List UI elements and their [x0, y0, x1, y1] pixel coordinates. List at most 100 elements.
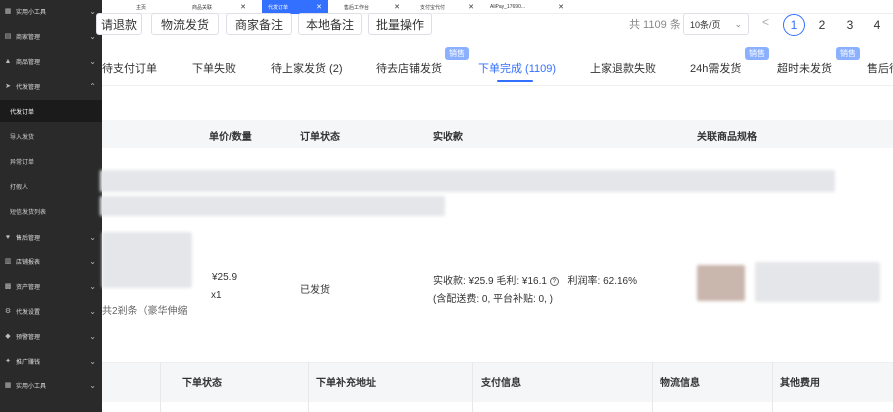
tab-dropship-orders[interactable]: 代发订单 ✕: [262, 0, 328, 14]
sidebar-item-tools-bottom[interactable]: ▦ 实用小工具 ⌄: [0, 374, 102, 396]
sidebar-item-promo[interactable]: ✦ 推广赚钱 ⌄: [0, 350, 102, 372]
close-icon[interactable]: ✕: [558, 3, 564, 11]
col-extra-address: 下单补充地址: [316, 378, 376, 389]
button-label: 请退款: [100, 17, 137, 32]
col-price-qty: 单价/数量: [209, 132, 252, 143]
close-icon[interactable]: ✕: [468, 3, 474, 11]
button-label: 批量操作: [375, 17, 424, 32]
chevron-down-icon: ⌄: [89, 6, 96, 16]
sidebar-item-label: 资产管理: [16, 284, 41, 291]
redacted-product-info: [102, 232, 192, 288]
close-icon[interactable]: ✕: [240, 3, 246, 11]
sales-badge: 销售: [445, 47, 469, 60]
app-root: ▦ 实用小工具 ⌄ ▤ 商家管理 ⌄ ▲ 商品管理 ⌄ ➤ 代发管理 ⌃ 代发订…: [0, 0, 893, 412]
page-4-button[interactable]: 4: [866, 14, 888, 36]
unit-price: ¥25.9: [212, 272, 238, 283]
sidebar-sub-fraud[interactable]: 打假人: [0, 175, 102, 197]
col-payment-info: 支付信息: [481, 378, 521, 389]
chevron-down-icon: ⌄: [89, 331, 96, 341]
refund-button[interactable]: 请退款: [96, 13, 142, 35]
tab-order-fail[interactable]: 下单失败: [192, 60, 236, 76]
sidebar-item-label: 预警管理: [16, 334, 41, 341]
sidebar-item-label: 商品管理: [16, 59, 41, 66]
redacted-spec-info: [755, 262, 880, 302]
col-order-state: 下单状态: [182, 378, 222, 389]
sidebar-item-label: 售后管理: [16, 235, 41, 242]
sidebar-sub-import[interactable]: 导入发货: [0, 125, 102, 147]
sidebar-sub-orders[interactable]: 代发订单: [0, 100, 102, 122]
page-size-select[interactable]: 10条/页 ⌄: [683, 13, 749, 35]
tab-label: AliPay_17690...: [490, 4, 526, 10]
tab-label: 主页: [136, 4, 147, 11]
sidebar-item-assets[interactable]: ▩ 资产管理 ⌄: [0, 275, 102, 297]
local-note-button[interactable]: 本地备注: [298, 13, 362, 35]
column-separator: [472, 362, 473, 412]
tab-label: 售后工作台: [344, 4, 370, 11]
col-paid: 实收款: [433, 132, 463, 143]
sidebar: ▦ 实用小工具 ⌄ ▤ 商家管理 ⌄ ▲ 商品管理 ⌄ ➤ 代发管理 ⌃ 代发订…: [0, 0, 102, 412]
profit-rate: 利润率: 62.16%: [567, 276, 637, 287]
sidebar-item-label: 店铺报表: [16, 259, 41, 266]
sidebar-item-aftersales[interactable]: ♥ 售后管理 ⌄: [0, 226, 102, 248]
tab-await-supplier-ship[interactable]: 待上家发货 (2): [271, 60, 343, 76]
help-icon[interactable]: ?: [549, 276, 559, 286]
paid-detail-text: 实收款: ¥25.9 毛利: ¥16.1: [433, 276, 547, 287]
chevron-down-icon: ⌄: [89, 356, 96, 366]
merchant-note-button[interactable]: 商家备注: [226, 13, 292, 35]
sidebar-item-label: 实用小工具: [16, 383, 47, 390]
asset-icon: ▩: [4, 283, 12, 290]
column-separator: [160, 362, 161, 412]
tabs-bar: 主页 商品关联 ✕ 代发订单 ✕ 售后工作台 ✕ 支付宝代付 ✕ AliPay_…: [102, 0, 893, 14]
page-2-button[interactable]: 2: [811, 14, 833, 36]
sidebar-item-products[interactable]: ▲ 商品管理 ⌄: [0, 50, 102, 72]
order-status: 已发货: [300, 285, 330, 296]
tab-alipay-account[interactable]: AliPay_17690... ✕: [484, 0, 570, 14]
chart-icon: ▥: [4, 258, 12, 265]
button-label: 物流发货: [160, 17, 209, 32]
tab-overdue[interactable]: 超时未发货: [777, 60, 832, 76]
tab-order-done[interactable]: 下单完成 (1109): [478, 60, 556, 76]
tab-pending-pay[interactable]: 待支付订单: [102, 60, 157, 76]
tab-to-store-ship[interactable]: 待去店铺发货: [376, 60, 442, 76]
batch-action-button[interactable]: 批量操作: [368, 13, 432, 35]
button-label: 本地备注: [305, 17, 354, 32]
sidebar-item-alerts[interactable]: ◆ 预警管理 ⌄: [0, 325, 102, 347]
sales-badge: 销售: [836, 47, 860, 60]
logistics-ship-button[interactable]: 物流发货: [151, 13, 219, 35]
tab-aftersales-pending[interactable]: 售后待: [867, 60, 893, 76]
sidebar-sub-sms[interactable]: 短信发货列表: [0, 200, 102, 222]
sidebar-item-settings[interactable]: ⚙ 代发设置 ⌄: [0, 300, 102, 322]
chevron-down-icon: ⌄: [89, 232, 96, 242]
tab-label: 商品关联: [192, 4, 213, 11]
chevron-down-icon: ⌄: [89, 306, 96, 316]
product-spec-suffix: 共2剎条（豪华伸缩: [102, 306, 188, 317]
sidebar-item-dropship[interactable]: ➤ 代发管理 ⌃: [0, 75, 102, 97]
tab-home[interactable]: 主页: [104, 0, 164, 14]
tab-label: 支付宝代付: [420, 4, 446, 11]
close-icon[interactable]: ✕: [394, 3, 400, 11]
page-3-button[interactable]: 3: [839, 14, 861, 36]
sidebar-item-tools[interactable]: ▦ 实用小工具 ⌄: [0, 0, 102, 22]
redacted-order-info: [100, 170, 835, 192]
chevron-down-icon: ⌄: [734, 18, 742, 29]
tab-refund-fail[interactable]: 上家退款失败: [590, 60, 656, 76]
redacted-product-thumbnail: [697, 265, 745, 301]
col-linked-spec: 关联商品规格: [697, 132, 757, 143]
tab-alipay-proxy[interactable]: 支付宝代付 ✕: [414, 0, 480, 14]
sidebar-item-label: 实用小工具: [16, 9, 47, 16]
sidebar-sub-label: 导入发货: [10, 134, 35, 141]
sidebar-sub-exception[interactable]: 异常订单: [0, 150, 102, 172]
sidebar-item-merchants[interactable]: ▤ 商家管理 ⌄: [0, 25, 102, 47]
tab-product-link[interactable]: 商品关联 ✕: [186, 0, 252, 14]
prev-page-button[interactable]: <: [762, 15, 769, 29]
sidebar-sub-label: 短信发货列表: [10, 209, 47, 216]
promo-icon: ✦: [5, 358, 11, 365]
tab-aftersales[interactable]: 售后工作台 ✕: [338, 0, 406, 14]
close-icon[interactable]: ✕: [316, 3, 322, 11]
sidebar-item-reports[interactable]: ▥ 店铺报表 ⌄: [0, 250, 102, 272]
active-tab-indicator: [497, 80, 533, 82]
sales-badge: 销售: [745, 47, 769, 60]
tab-24h-ship[interactable]: 24h需发货: [690, 60, 741, 76]
page-1-button[interactable]: 1: [783, 14, 805, 36]
send-icon: ➤: [5, 83, 11, 90]
